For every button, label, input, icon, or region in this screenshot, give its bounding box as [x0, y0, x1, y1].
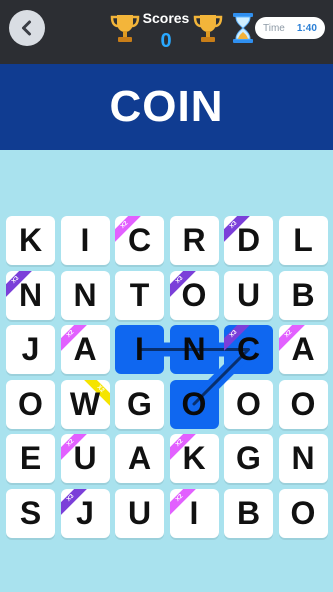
tile-letter: R — [182, 222, 206, 258]
letter-tile[interactable]: E — [6, 434, 55, 483]
letter-tile[interactable]: X3 O — [169, 270, 219, 320]
tile-letter: U — [236, 276, 261, 313]
tile-letter: K — [182, 440, 206, 476]
letter-tile[interactable]: J — [6, 325, 55, 374]
tile-letter: J — [76, 494, 94, 531]
letter-tile[interactable]: X2 U — [60, 434, 110, 483]
letter-tile[interactable]: B — [278, 270, 328, 320]
tile-letter: G — [236, 440, 261, 476]
tile-letter: W — [69, 385, 101, 422]
letter-tile[interactable]: U — [224, 270, 273, 320]
letter-tile[interactable]: K — [6, 216, 55, 265]
letter-tile[interactable]: B — [224, 488, 273, 538]
tile-letter: U — [73, 440, 97, 476]
tile-letter: O — [290, 385, 316, 422]
letter-tile[interactable]: A — [115, 434, 164, 483]
letter-tile[interactable]: X2 W — [60, 379, 110, 429]
tile-letter: O — [290, 494, 316, 531]
tile-letter: D — [236, 222, 261, 258]
letter-tile[interactable]: X2 I — [169, 488, 219, 538]
tile-letter: I — [135, 331, 144, 367]
tile-letter: A — [73, 331, 97, 367]
top-bar: Scores 0 Time 1:40 — [0, 0, 333, 64]
letter-tile[interactable]: S — [6, 488, 55, 538]
tile-letter: O — [236, 385, 261, 422]
tile-letter: K — [18, 222, 43, 258]
tile-letter: A — [291, 331, 315, 367]
trophy-icon — [193, 15, 223, 42]
chevron-left-icon — [22, 20, 31, 36]
target-word-banner: COIN — [0, 64, 333, 150]
letter-tile[interactable]: X2 K — [169, 434, 219, 483]
tile-letter: I — [189, 494, 199, 531]
tile-letter: J — [21, 331, 40, 367]
tile-letter: N — [291, 440, 315, 476]
letter-tile[interactable]: O — [6, 379, 55, 429]
letter-tile[interactable]: I — [115, 325, 164, 374]
letter-tile[interactable]: G — [224, 434, 273, 483]
back-button[interactable] — [9, 10, 45, 46]
tile-letter: E — [19, 440, 42, 476]
letter-tile[interactable]: G — [115, 379, 164, 429]
hourglass-icon — [233, 13, 253, 43]
letter-tile[interactable]: R — [169, 216, 219, 265]
tile-letter: B — [291, 276, 315, 313]
letter-tile[interactable]: X2 A — [60, 325, 110, 374]
tile-letter: U — [127, 494, 152, 531]
letter-tile[interactable]: T — [115, 270, 164, 320]
letter-tile[interactable]: X3 D — [224, 216, 273, 265]
letter-tile[interactable]: X2 C — [115, 216, 164, 265]
letter-tile[interactable]: X3 J — [60, 488, 110, 538]
letter-tile[interactable]: L — [278, 216, 328, 265]
score-value: 0 — [160, 30, 172, 52]
letter-tile[interactable]: O — [278, 379, 328, 429]
tile-letter: C — [127, 222, 152, 258]
timer-label: Time — [263, 22, 285, 34]
tile-letter: G — [127, 385, 152, 422]
tile-letter: O — [181, 276, 207, 313]
tile-letter: I — [80, 222, 90, 258]
scores-label: Scores — [142, 10, 190, 26]
letter-tile[interactable]: O — [278, 488, 328, 538]
timer-value: 1:40 — [296, 22, 317, 34]
tile-letter: B — [236, 494, 261, 531]
tile-letter: O — [18, 385, 43, 422]
letter-grid: K I X2 C R X3 D L X3 N N T X3 O U B J X2 A I N X3 C X2 A O X2 W G O O O… — [6, 216, 328, 541]
letter-tile[interactable]: X3 C — [224, 325, 273, 374]
tile-letter: N — [182, 331, 206, 367]
letter-tile[interactable]: X3 N — [6, 270, 55, 320]
trophy-icon — [110, 15, 140, 42]
letter-tile[interactable]: O — [224, 379, 273, 429]
letter-tile[interactable]: O — [169, 379, 219, 429]
timer-pill: Time 1:40 — [255, 17, 325, 39]
tile-letter: T — [129, 276, 150, 313]
letter-tile[interactable]: N — [169, 325, 219, 374]
target-word: COIN — [109, 82, 224, 131]
letter-tile[interactable]: U — [115, 488, 164, 538]
tile-letter: N — [18, 276, 43, 313]
tile-letter: A — [127, 440, 152, 476]
letter-tile[interactable]: I — [60, 216, 110, 265]
tile-letter: L — [293, 222, 313, 258]
tile-letter: N — [73, 276, 97, 313]
letter-tile[interactable]: N — [278, 434, 328, 483]
bottom-area — [0, 584, 333, 592]
letter-tile[interactable]: N — [60, 270, 110, 320]
tile-letter: S — [19, 494, 42, 531]
letter-tile[interactable]: X2 A — [278, 325, 328, 374]
tile-letter: O — [181, 385, 207, 422]
tile-letter: C — [236, 331, 261, 367]
